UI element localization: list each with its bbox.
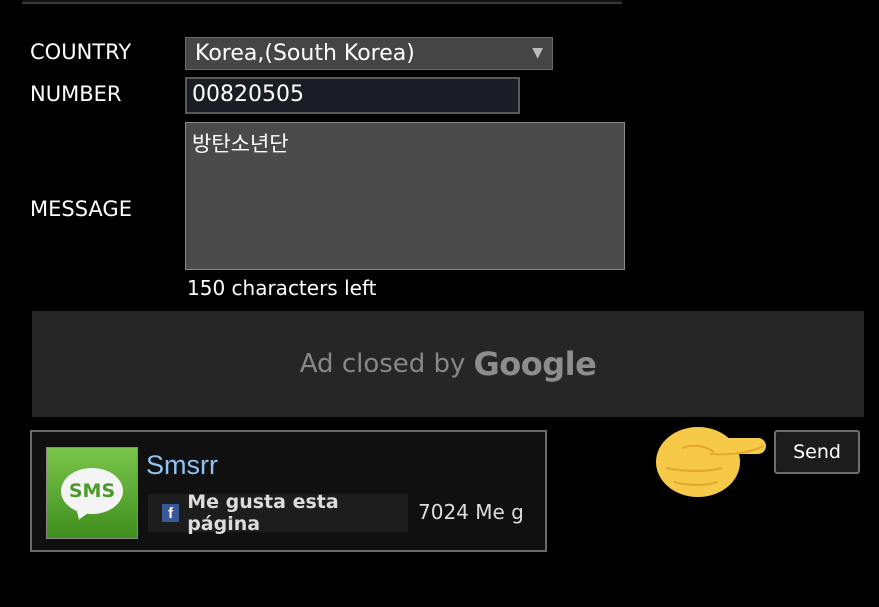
facebook-like-button[interactable]: f Me gusta esta página bbox=[148, 491, 408, 535]
send-button[interactable]: Send bbox=[774, 430, 860, 474]
number-label: NUMBER bbox=[30, 82, 122, 106]
message-label: MESSAGE bbox=[30, 197, 132, 221]
message-textarea[interactable]: 방탄소년단 bbox=[185, 122, 625, 270]
pointing-right-hand-icon bbox=[656, 427, 766, 497]
country-selected-value: Korea,(South Korea) bbox=[195, 41, 415, 66]
characters-left-counter: 150 characters left bbox=[187, 276, 377, 300]
country-select[interactable]: Korea,(South Korea) ▼ bbox=[185, 37, 553, 70]
country-label: COUNTRY bbox=[30, 40, 132, 64]
sms-logo-text: SMS bbox=[68, 480, 116, 502]
ad-closed-text: Ad closed by bbox=[299, 349, 466, 379]
like-button-label: Me gusta esta página bbox=[187, 491, 339, 535]
facebook-like-widget: SMS Smsrr f Me gusta esta página 7024 Me… bbox=[30, 430, 547, 552]
number-input[interactable]: 00820505 bbox=[185, 77, 520, 114]
like-count: 7024 Me gusta bbox=[418, 500, 522, 524]
top-divider bbox=[22, 0, 622, 4]
chevron-down-icon: ▼ bbox=[532, 45, 543, 61]
google-logo: Google bbox=[473, 345, 597, 383]
ad-placeholder: Ad closed by Google bbox=[32, 311, 864, 417]
facebook-icon: f bbox=[162, 504, 180, 522]
sms-bubble-icon: SMS bbox=[61, 468, 123, 514]
app-name-link[interactable]: Smsrr bbox=[146, 450, 218, 481]
sms-app-logo[interactable]: SMS bbox=[46, 447, 138, 539]
